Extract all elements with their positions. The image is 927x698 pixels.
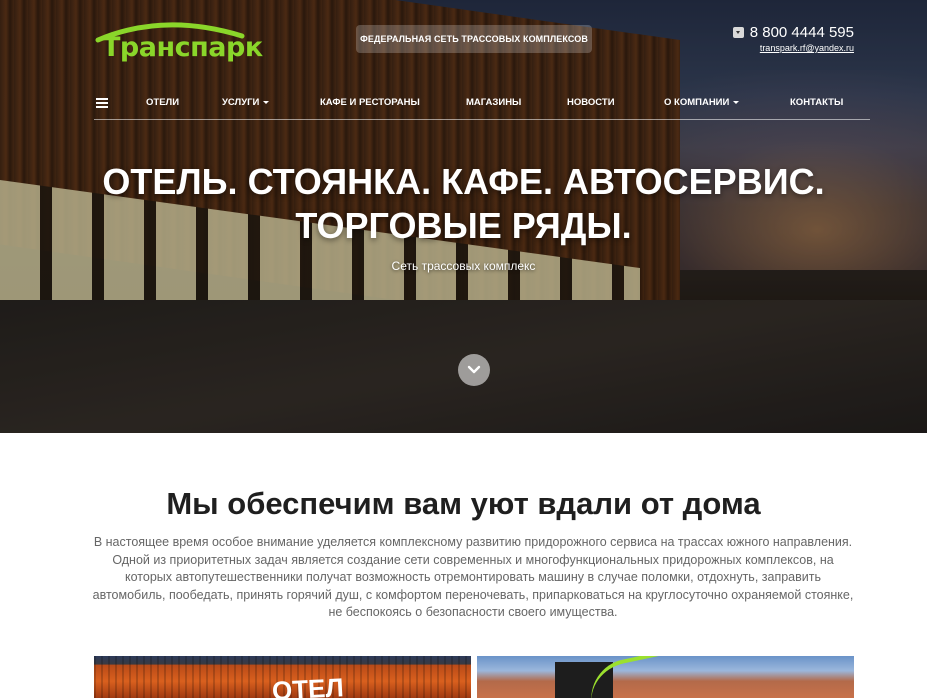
hero-title-line-2: ТОРГОВЫЕ РЯДЫ. (295, 205, 632, 246)
hero-subtitle: Сеть трассовых комплекс (391, 259, 536, 273)
menu-icon[interactable] (96, 98, 108, 108)
nav-item-services[interactable]: УСЛУГИ (222, 97, 270, 108)
email-link[interactable]: transpark.rf@yandex.ru (733, 43, 854, 53)
complex-card[interactable] (477, 656, 854, 698)
hotel-card-label: ОТЕЛ (271, 672, 345, 698)
phone-number[interactable]: 8 800 4444 595 (750, 24, 854, 41)
nav-item-news[interactable]: НОВОСТИ (567, 97, 615, 108)
hero-title-line-1: ОТЕЛЬ. СТОЯНКА. КАФЕ. АВТОСЕРВИС. (102, 161, 825, 202)
scroll-down-button[interactable] (458, 354, 490, 386)
intro-text: В настоящее время особое внимание уделяе… (92, 535, 854, 619)
main-nav: ОТЕЛИ УСЛУГИ КАФЕ И РЕСТОРАНЫ МАГАЗИНЫ Н… (94, 90, 870, 120)
phone-dropdown-icon[interactable] (732, 27, 744, 38)
tagline-badge: ФЕДЕРАЛЬНАЯ СЕТЬ ТРАССОВЫХ КОМПЛЕКСОВ (356, 25, 592, 53)
nav-item-contacts[interactable]: КОНТАКТЫ (790, 97, 843, 108)
logo-text: Транспарк (102, 32, 263, 63)
nav-item-hotels[interactable]: ОТЕЛИ (146, 97, 179, 108)
hotel-card[interactable]: ОТЕЛ (94, 656, 471, 698)
phone-row: 8 800 4444 595 (732, 24, 854, 41)
nav-item-cafes[interactable]: КАФЕ И РЕСТОРАНЫ (320, 97, 420, 108)
logo[interactable]: Транспарк (94, 18, 263, 64)
intro-title: Мы обеспечим вам уют вдали от дома (166, 486, 761, 521)
chevron-down-icon (467, 365, 481, 374)
hero-title: ОТЕЛЬ. СТОЯНКА. КАФЕ. АВТОСЕРВИС. ТОРГОВ… (0, 160, 927, 248)
contact-block: 8 800 4444 595 transpark.rf@yandex.ru (732, 24, 854, 53)
chevron-down-icon (733, 100, 740, 104)
nav-item-shops[interactable]: МАГАЗИНЫ (466, 97, 521, 108)
chevron-down-icon (263, 100, 270, 104)
nav-item-about[interactable]: О КОМПАНИИ (664, 97, 740, 108)
